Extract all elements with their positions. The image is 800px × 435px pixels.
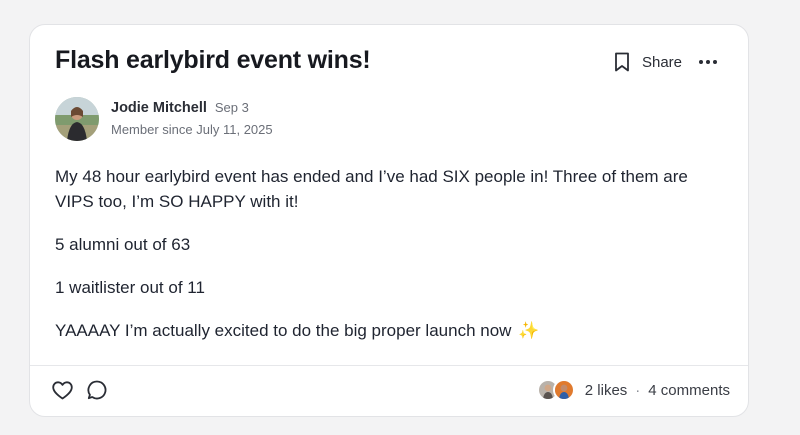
post-paragraph: YAAAAY I’m actually excited to do the bi… [55, 321, 512, 340]
post-footer: 2 likes · 4 comments [30, 365, 748, 416]
post-date: Sep 3 [214, 100, 249, 115]
likers-avatars[interactable] [536, 379, 575, 401]
comments-count[interactable]: 4 comments [648, 382, 730, 399]
heart-icon[interactable] [52, 380, 73, 400]
post-paragraph: My 48 hour earlybird event has ended and… [55, 167, 688, 211]
post-paragraph: 5 alumni out of 63 [55, 235, 191, 254]
bookmark-icon[interactable] [614, 52, 630, 72]
comment-icon[interactable] [87, 380, 107, 400]
post-card: Flash earlybird event wins! Share Jodie … [29, 24, 749, 417]
post-title: Flash earlybird event wins! [55, 46, 371, 74]
sparkles-emoji: ✨ [518, 321, 540, 340]
more-horizontal-icon[interactable] [698, 59, 718, 65]
post-paragraph: 1 waitlister out of 11 [55, 278, 205, 297]
member-since: Member since July 11, 2025 [111, 122, 273, 137]
post-stats: 2 likes · 4 comments [536, 379, 730, 401]
author-name[interactable]: Jodie Mitchell [111, 100, 207, 116]
share-button[interactable]: Share [642, 54, 682, 71]
post-paragraph-last: YAAAAY I’m actually excited to do the bi… [55, 318, 725, 343]
stats-separator: · [635, 381, 641, 399]
post-actions: Share [614, 51, 718, 73]
likes-count[interactable]: 2 likes [585, 382, 628, 399]
author-block: Jodie Mitchell Sep 3 Member since July 1… [55, 97, 273, 141]
liker-avatar [552, 379, 575, 401]
avatar[interactable] [55, 97, 99, 141]
post-body: My 48 hour earlybird event has ended and… [55, 164, 725, 361]
reaction-buttons [52, 380, 107, 400]
